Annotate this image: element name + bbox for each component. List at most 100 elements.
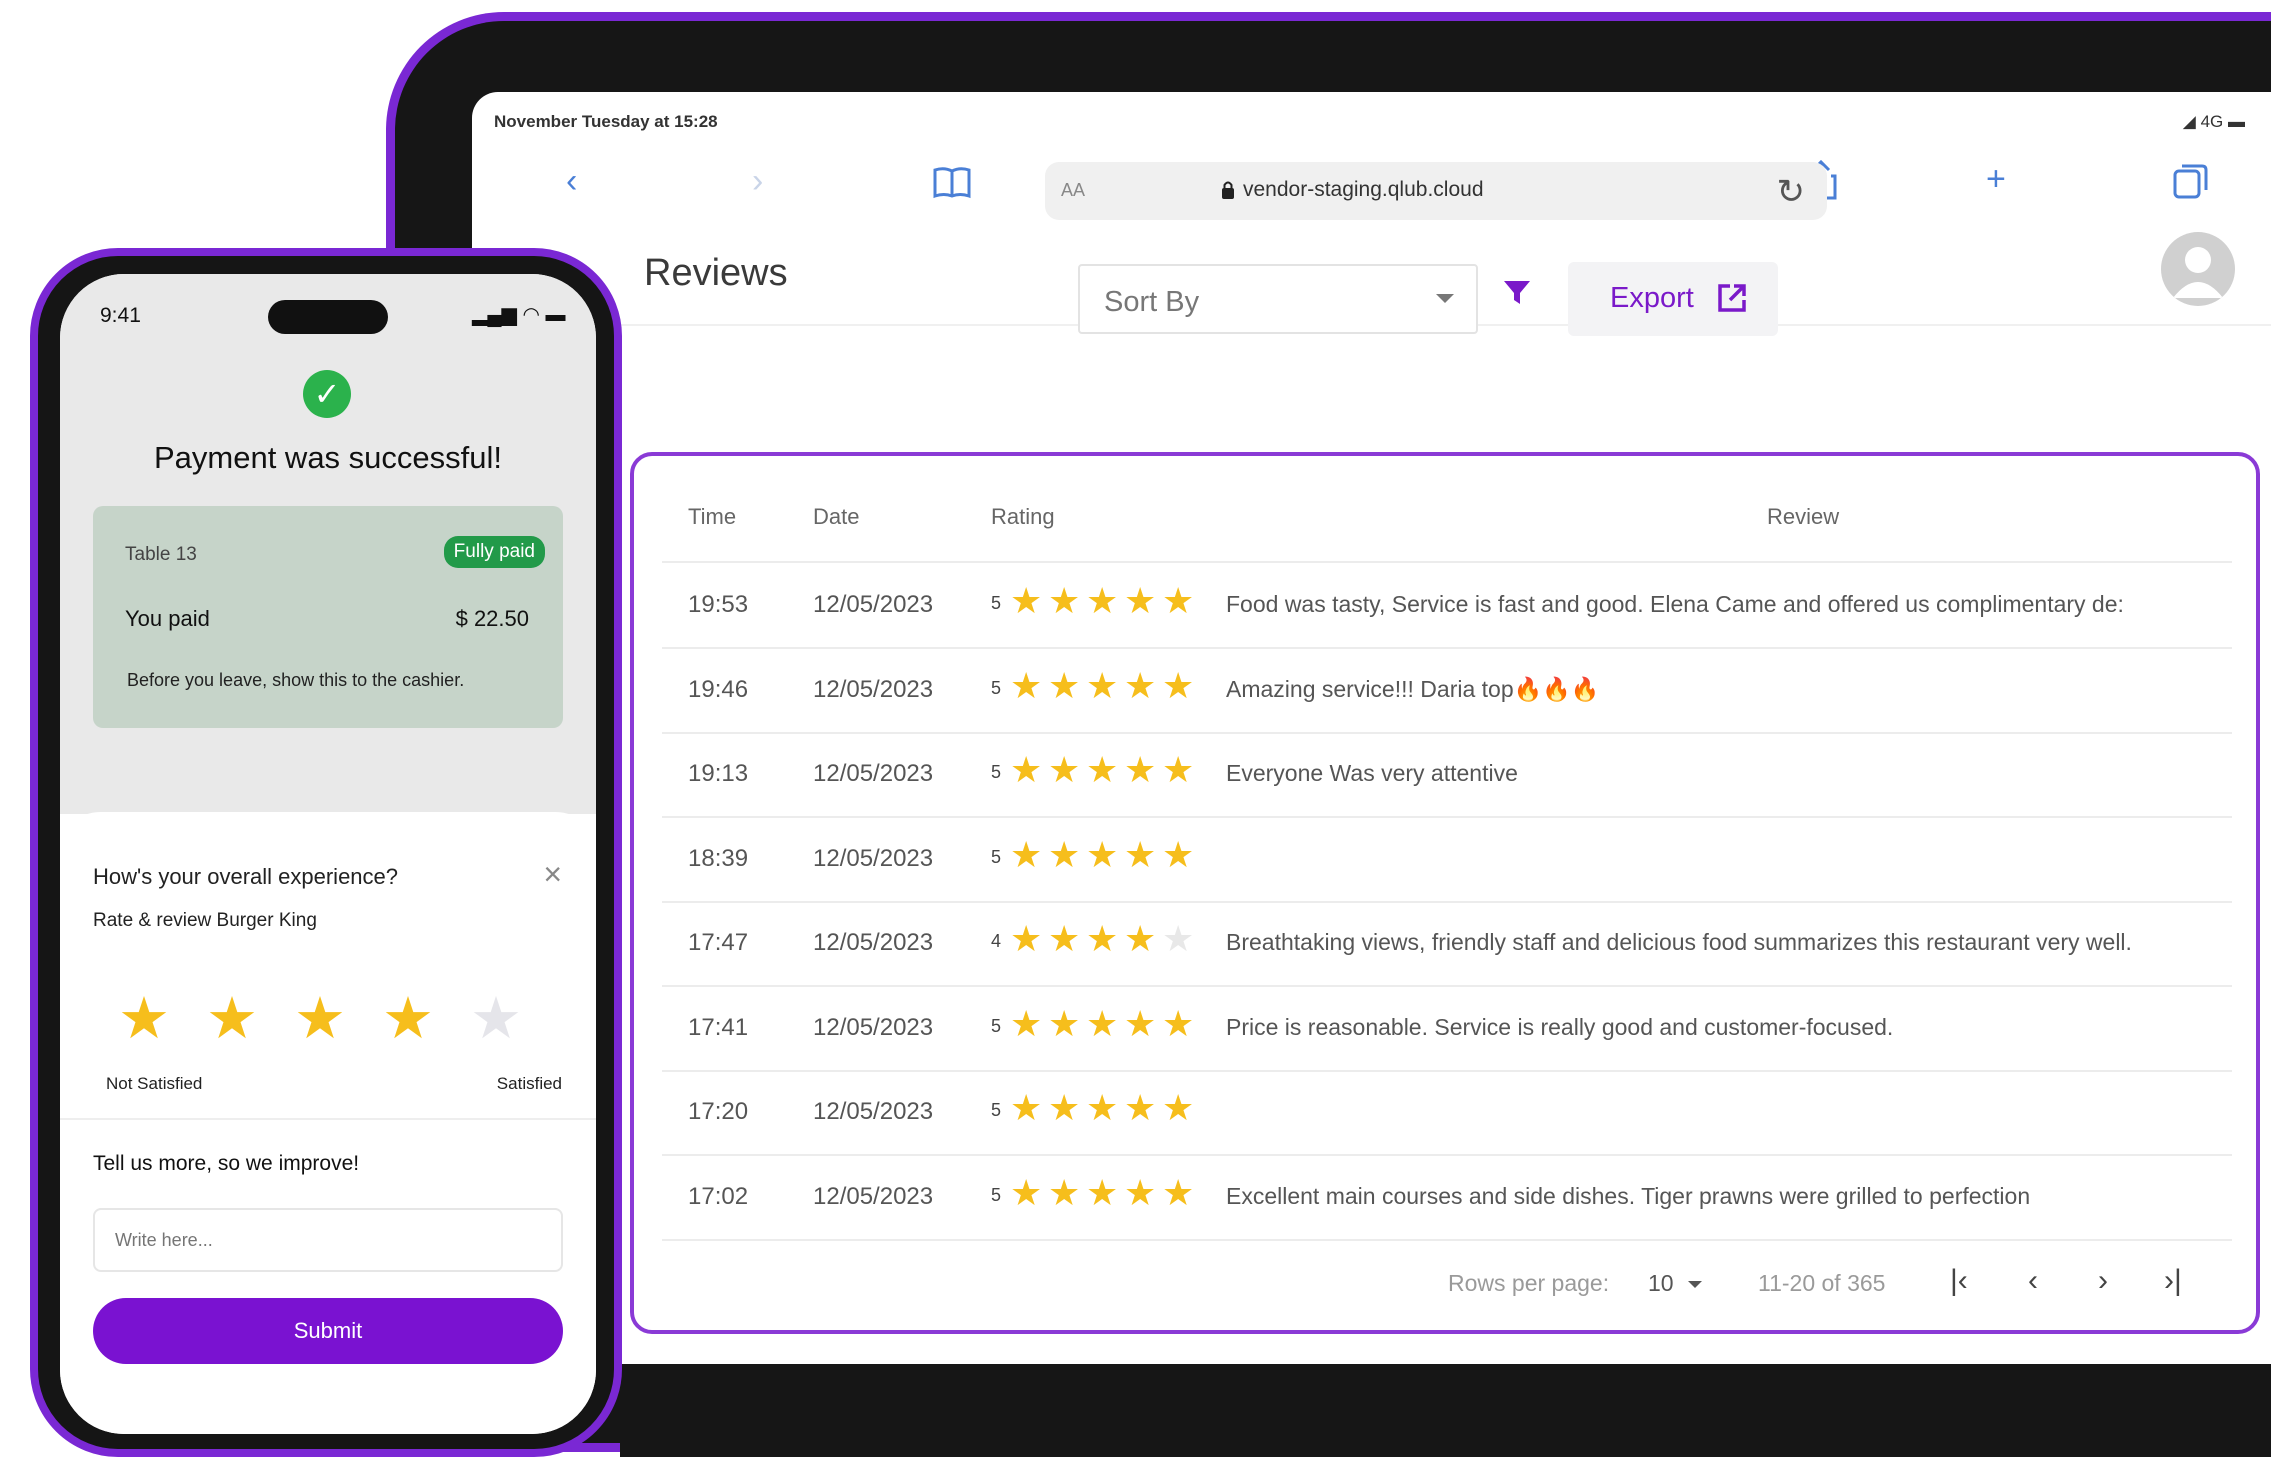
satisfied-label: Satisfied <box>496 1074 562 1093</box>
star-icon: ★ <box>1010 664 1043 706</box>
tell-more-label: Tell us more, so we improve! <box>93 1152 360 1175</box>
tabs-icon[interactable] <box>2172 162 2210 205</box>
prev-page-icon[interactable]: ‹ <box>2028 1264 2038 1298</box>
star-icon: ★ <box>1086 1171 1119 1213</box>
reload-icon[interactable]: ↻ <box>1777 172 1806 212</box>
star-icon: ★ <box>1086 749 1119 790</box>
phone-time: 9:41 <box>100 304 141 327</box>
tablet-bezel-bottom <box>620 1364 2271 1457</box>
star-icon: ★ <box>1086 833 1119 875</box>
row-date: 12/05/2023 <box>813 1098 934 1125</box>
table-row[interactable]: 17:20 12/05/2023 5 ★ ★ ★ ★ ★ <box>662 1070 2232 1156</box>
table-row[interactable]: 17:47 12/05/2023 4 ★ ★ ★ ★ ★ Breathtaking views,… <box>662 901 2232 987</box>
cashier-note: Before you leave, show this to the cashi… <box>127 670 465 690</box>
table-row[interactable]: 18:39 12/05/2023 5 ★ ★ ★ ★ ★ <box>662 817 2232 903</box>
status-time: November Tuesday at 15:28 <box>494 112 718 131</box>
rows-per-page-label: Rows per page: <box>1448 1270 1610 1296</box>
star-icon: ★ <box>1162 833 1195 875</box>
table-row[interactable]: 19:53 12/05/2023 5 ★ ★ ★ ★ ★ Food was tasty, Ser… <box>662 563 2232 649</box>
you-paid-label: You paid <box>125 606 210 631</box>
row-rating-stars: ★ ★ ★ ★ ★ <box>1010 1090 1200 1126</box>
star-icon: ★ <box>1162 749 1195 790</box>
rows-per-page-select[interactable]: 10 <box>1648 1270 1674 1297</box>
rating-star-icon[interactable]: ★ <box>294 984 346 1052</box>
payment-section: 9:41 ▂▄▆ ◠ ▬ ✓ Payment was successful! T… <box>60 274 596 814</box>
star-icon: ★ <box>1010 833 1043 875</box>
row-time: 17:41 <box>688 1013 749 1041</box>
url-bar[interactable]: AA vendor-staging.qlub.cloud ↻ <box>1045 162 1827 220</box>
new-tab-icon[interactable]: + <box>1986 162 2006 196</box>
star-icon: ★ <box>1124 918 1157 959</box>
star-icon: ★ <box>1124 1087 1157 1128</box>
submit-button[interactable]: Submit <box>93 1298 563 1364</box>
phone-status-icons: ▂▄▆ ◠ ▬ <box>472 304 566 326</box>
url-text: vendor-staging.qlub.cloud <box>1243 178 1484 201</box>
filter-icon[interactable] <box>1502 278 1532 316</box>
first-page-icon[interactable]: |‹ <box>1950 1264 1968 1298</box>
dynamic-island <box>268 300 388 334</box>
star-icon: ★ <box>1086 580 1119 621</box>
star-icon: ★ <box>1162 1002 1195 1044</box>
avatar[interactable] <box>2161 232 2235 306</box>
col-time[interactable]: Time <box>688 504 736 530</box>
table-row[interactable]: 19:46 12/05/2023 5 ★ ★ ★ ★ ★ Amazing service!!! … <box>662 648 2232 734</box>
table-row[interactable]: 17:02 12/05/2023 5 ★ ★ ★ ★ ★ Excellent main cour… <box>662 1155 2232 1241</box>
bookmarks-icon[interactable] <box>932 164 972 205</box>
star-icon: ★ <box>1086 1087 1119 1128</box>
row-date: 12/05/2023 <box>813 1182 934 1210</box>
close-icon[interactable]: × <box>543 856 562 893</box>
star-icon: ★ <box>1048 664 1081 706</box>
row-date: 12/05/2023 <box>813 929 934 956</box>
last-page-icon[interactable]: ›| <box>2164 1264 2182 1298</box>
row-time: 18:39 <box>688 844 749 872</box>
rating-star-icon[interactable]: ★ <box>206 984 258 1052</box>
reader-aa[interactable]: AA <box>1061 180 1085 201</box>
row-rating-stars: ★ ★ ★ ★ ★ <box>1010 1002 1200 1044</box>
col-rating[interactable]: Rating <box>991 504 1055 530</box>
external-link-icon <box>1716 282 1748 319</box>
sort-by-label: Sort By <box>1104 286 1200 318</box>
star-icon: ★ <box>1086 918 1119 959</box>
back-icon[interactable]: ‹ <box>566 164 577 198</box>
star-icon: ★ <box>1010 1002 1043 1044</box>
status-badge: Fully paid <box>443 536 545 568</box>
payment-summary: Table 13 Fully paid You paid $ 22.50 Bef… <box>93 506 563 728</box>
star-icon: ★ <box>1086 1002 1119 1044</box>
phone-screen: 9:41 ▂▄▆ ◠ ▬ ✓ Payment was successful! T… <box>60 274 596 1434</box>
table-row[interactable]: 19:13 12/05/2023 5 ★ ★ ★ ★ ★ Everyone Was very a… <box>662 732 2232 818</box>
star-icon: ★ <box>1086 664 1119 706</box>
rating-star-icon[interactable]: ★ <box>118 984 170 1052</box>
table-row[interactable]: 17:41 12/05/2023 5 ★ ★ ★ ★ ★ Price is reasonable… <box>662 986 2232 1072</box>
row-rating-number: 5 <box>991 593 1002 613</box>
star-icon: ★ <box>1048 1171 1081 1213</box>
rating-star-icon[interactable]: ★ <box>382 984 434 1052</box>
row-rating-stars: ★ ★ ★ ★ ★ <box>1010 664 1200 706</box>
row-time: 19:53 <box>688 591 749 618</box>
network-indicator: ◢ 4G ▬ <box>2182 112 2245 131</box>
row-date: 12/05/2023 <box>813 591 934 618</box>
row-review: Price is reasonable. Service is really g… <box>1226 1013 1894 1040</box>
sort-by-select[interactable]: Sort By <box>1078 264 1478 334</box>
star-icon: ★ <box>1010 918 1043 959</box>
rating-star-icon[interactable]: ★ <box>470 984 522 1052</box>
review-text-input[interactable] <box>93 1208 563 1272</box>
experience-question: How's your overall experience? <box>93 864 399 889</box>
row-time: 19:13 <box>688 760 749 787</box>
star-icon: ★ <box>1048 918 1081 959</box>
export-button[interactable]: Export <box>1568 262 1778 336</box>
chevron-down-icon[interactable] <box>1688 1281 1702 1288</box>
export-label: Export <box>1610 282 1694 314</box>
row-time: 19:46 <box>688 675 749 703</box>
not-satisfied-label: Not Satisfied <box>106 1074 203 1093</box>
col-review[interactable]: Review <box>1767 504 1839 530</box>
next-page-icon[interactable]: › <box>2098 1264 2108 1298</box>
star-icon: ★ <box>1010 580 1043 621</box>
star-icon: ★ <box>1124 749 1157 790</box>
forward-icon[interactable]: › <box>752 164 763 198</box>
row-rating-number: 5 <box>991 1015 1002 1036</box>
amount-paid: $ 22.50 <box>455 606 529 631</box>
col-date[interactable]: Date <box>813 504 859 530</box>
status-bar: November Tuesday at 15:28 ◢ 4G ▬ <box>472 92 2271 154</box>
row-rating-stars: ★ ★ ★ ★ ★ <box>1010 921 1200 957</box>
star-icon: ★ <box>1048 580 1081 621</box>
